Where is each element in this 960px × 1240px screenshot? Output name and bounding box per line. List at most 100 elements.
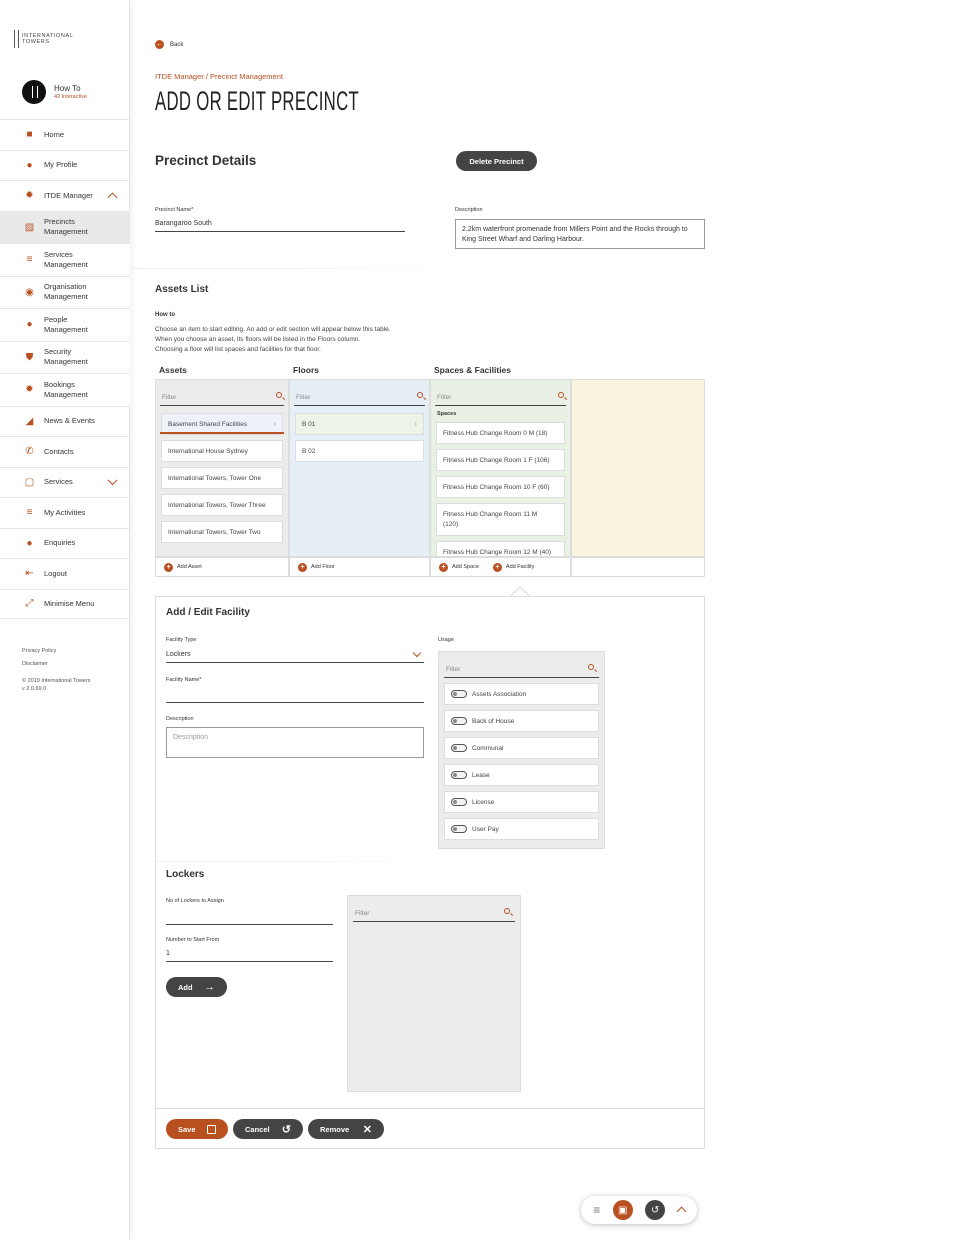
save-button[interactable]: Save bbox=[166, 1119, 228, 1139]
precinct-name-field[interactable]: Barangaroo South bbox=[155, 220, 405, 232]
space-item-label: Fitness Hub Change Room 10 F (60) bbox=[443, 483, 550, 491]
cancel-button[interactable]: Cancel ↺ bbox=[233, 1119, 303, 1139]
add-space-button[interactable]: + Add Space bbox=[439, 562, 479, 572]
howto-line: Choosing a floor will list spaces and fa… bbox=[155, 346, 321, 353]
lockers-start-field[interactable]: 1 bbox=[166, 950, 333, 962]
usage-toggle[interactable] bbox=[451, 717, 467, 725]
alert-circle-icon: ● bbox=[26, 537, 33, 549]
remove-button[interactable]: Remove ✕ bbox=[308, 1119, 384, 1139]
space-item[interactable]: Fitness Hub Change Room 10 F (60) bbox=[436, 476, 565, 498]
logo-text-line2: TOWERS bbox=[22, 39, 50, 45]
asset-item[interactable]: International House Sydney bbox=[161, 440, 283, 462]
search-icon bbox=[417, 392, 423, 398]
asset-item[interactable]: International Towers, Tower One bbox=[161, 467, 283, 489]
megaphone-icon: ◢ bbox=[25, 415, 34, 427]
space-item[interactable]: Fitness Hub Change Room 11 M (120) bbox=[436, 503, 565, 536]
sidebar-item-home[interactable]: ■ Home bbox=[0, 119, 130, 150]
usage-item[interactable]: User Pay bbox=[444, 818, 599, 840]
assets-column-header: Assets bbox=[159, 365, 187, 375]
space-item[interactable]: Fitness Hub Change Room 0 M (18) bbox=[436, 422, 565, 444]
sidebar-item-my-activities[interactable]: ≡ My Activities bbox=[0, 497, 130, 528]
back-button[interactable]: ← Back bbox=[155, 40, 183, 49]
facility-description-label: Description bbox=[166, 716, 194, 722]
lockers-filter-input[interactable]: Filter bbox=[353, 904, 515, 922]
usage-toggle[interactable] bbox=[451, 744, 467, 752]
asset-item[interactable]: International Towers, Tower Two bbox=[161, 521, 283, 543]
delete-precinct-button[interactable]: Delete Precinct bbox=[456, 151, 537, 171]
floor-item[interactable]: B 01 › bbox=[295, 413, 424, 435]
chevron-up-icon[interactable] bbox=[107, 192, 118, 203]
sidebar-item-precincts-management[interactable]: ▧ Precincts Management bbox=[0, 210, 130, 243]
asset-item-label: International Towers, Tower Three bbox=[168, 501, 266, 509]
save-icon[interactable]: ▣ bbox=[612, 1200, 633, 1220]
space-item[interactable]: Fitness Hub Change Room 12 M (40) bbox=[436, 541, 565, 556]
spaces-filter-input[interactable]: Filter bbox=[435, 388, 566, 406]
list-gear-icon: ≡ bbox=[26, 254, 33, 266]
sidebar-item-organisation-management[interactable]: ◉ Organisation Management bbox=[0, 275, 130, 308]
sidebar-item-logout[interactable]: ⇤ Logout bbox=[0, 558, 130, 589]
howto-text: Choose an item to start editing. An add … bbox=[155, 325, 455, 355]
add-edit-facility-panel: Add / Edit Facility Facility Type Locker… bbox=[155, 596, 705, 1149]
usage-list: Filter Assets Association Back of House … bbox=[438, 651, 605, 849]
usage-item[interactable]: Communal bbox=[444, 737, 599, 759]
usage-item[interactable]: License bbox=[444, 791, 599, 813]
brand-logo[interactable]: INTERNATIONAL TOWERS bbox=[14, 30, 73, 48]
sidebar-item-label: News & Events bbox=[44, 416, 95, 426]
sidebar-item-people-management[interactable]: ● People Management bbox=[0, 308, 130, 341]
phone-icon: ✆ bbox=[25, 446, 34, 458]
chevron-up-icon[interactable] bbox=[676, 1206, 687, 1217]
usage-item[interactable]: Lease bbox=[444, 764, 599, 786]
user-profile[interactable]: How To 42 Interactive bbox=[22, 80, 87, 104]
menu-icon[interactable]: ≡ bbox=[593, 1203, 600, 1217]
sidebar-item-minimise-menu[interactable]: ⤢ Minimise Menu bbox=[0, 588, 130, 619]
sidebar-item-security-management[interactable]: ⛊ Security Management bbox=[0, 340, 130, 373]
sidebar-item-enquiries[interactable]: ● Enquiries bbox=[0, 527, 130, 559]
breadcrumb[interactable]: ITDE Manager / Precinct Management bbox=[155, 72, 283, 81]
sidebar-item-services-management[interactable]: ≡ Services Management bbox=[0, 243, 130, 276]
facility-name-field[interactable] bbox=[166, 689, 424, 703]
add-asset-button[interactable]: + Add Asset bbox=[155, 557, 289, 577]
howto-line: Choose an item to start editing. An add … bbox=[155, 326, 391, 333]
disclaimer-link[interactable]: Disclaimer bbox=[22, 658, 56, 671]
search-icon bbox=[558, 392, 564, 398]
lockers-count-field[interactable] bbox=[166, 910, 333, 925]
facility-description-field[interactable]: Description bbox=[166, 727, 424, 758]
floor-item[interactable]: B 02 bbox=[295, 440, 424, 462]
sidebar-item-label: Enquiries bbox=[44, 538, 76, 548]
sidebar-item-contacts[interactable]: ✆ Contacts bbox=[0, 436, 130, 467]
selected-asset-indicator bbox=[160, 432, 284, 434]
sidebar-item-services[interactable]: ▢ Services bbox=[0, 466, 130, 498]
asset-item[interactable]: International Towers, Tower Three bbox=[161, 494, 283, 516]
page-title: ADD OR EDIT PRECINCT bbox=[155, 86, 359, 116]
usage-toggle[interactable] bbox=[451, 825, 467, 833]
undo-icon[interactable]: ↺ bbox=[645, 1200, 666, 1220]
precinct-description-field[interactable]: 2.2km waterfront promenade from Millers … bbox=[455, 219, 705, 249]
sidebar-item-label: Services bbox=[44, 477, 73, 487]
sidebar-item-itde-manager[interactable]: ✹ ITDE Manager bbox=[0, 180, 130, 211]
add-lockers-button[interactable]: Add → bbox=[166, 977, 227, 997]
floors-filter-input[interactable]: Filter bbox=[294, 388, 425, 406]
usage-toggle[interactable] bbox=[451, 690, 467, 698]
facility-type-select[interactable]: Lockers bbox=[166, 648, 424, 663]
sidebar-item-bookings-management[interactable]: ✹ Bookings Management bbox=[0, 373, 130, 406]
usage-toggle[interactable] bbox=[451, 798, 467, 806]
add-facility-button[interactable]: + Add Facility bbox=[492, 562, 534, 572]
sidebar-item-news-events[interactable]: ◢ News & Events bbox=[0, 405, 130, 437]
plus-icon: + bbox=[439, 562, 448, 572]
sidebar-item-my-profile[interactable]: ● My Profile bbox=[0, 149, 130, 181]
usage-item[interactable]: Back of House bbox=[444, 710, 599, 732]
add-floor-button[interactable]: + Add Floor bbox=[289, 557, 430, 577]
usage-item[interactable]: Assets Association bbox=[444, 683, 599, 705]
activities-list-icon: ≡ bbox=[26, 507, 33, 519]
assets-filter-input[interactable]: Filter bbox=[160, 388, 284, 406]
action-divider bbox=[156, 1108, 704, 1109]
chevron-down-icon[interactable] bbox=[107, 475, 118, 486]
asset-item-label: International House Sydney bbox=[168, 447, 248, 455]
usage-item-label: Lease bbox=[472, 771, 490, 779]
space-item[interactable]: Fitness Hub Change Room 1 F (106) bbox=[436, 449, 565, 471]
usage-filter-input[interactable]: Filter bbox=[444, 660, 599, 678]
add-space-label: Add Space bbox=[452, 564, 479, 570]
sidebar: INTERNATIONAL TOWERS How To 42 Interactiv… bbox=[0, 0, 130, 1240]
privacy-policy-link[interactable]: Privacy Policy bbox=[22, 645, 56, 658]
usage-toggle[interactable] bbox=[451, 771, 467, 779]
